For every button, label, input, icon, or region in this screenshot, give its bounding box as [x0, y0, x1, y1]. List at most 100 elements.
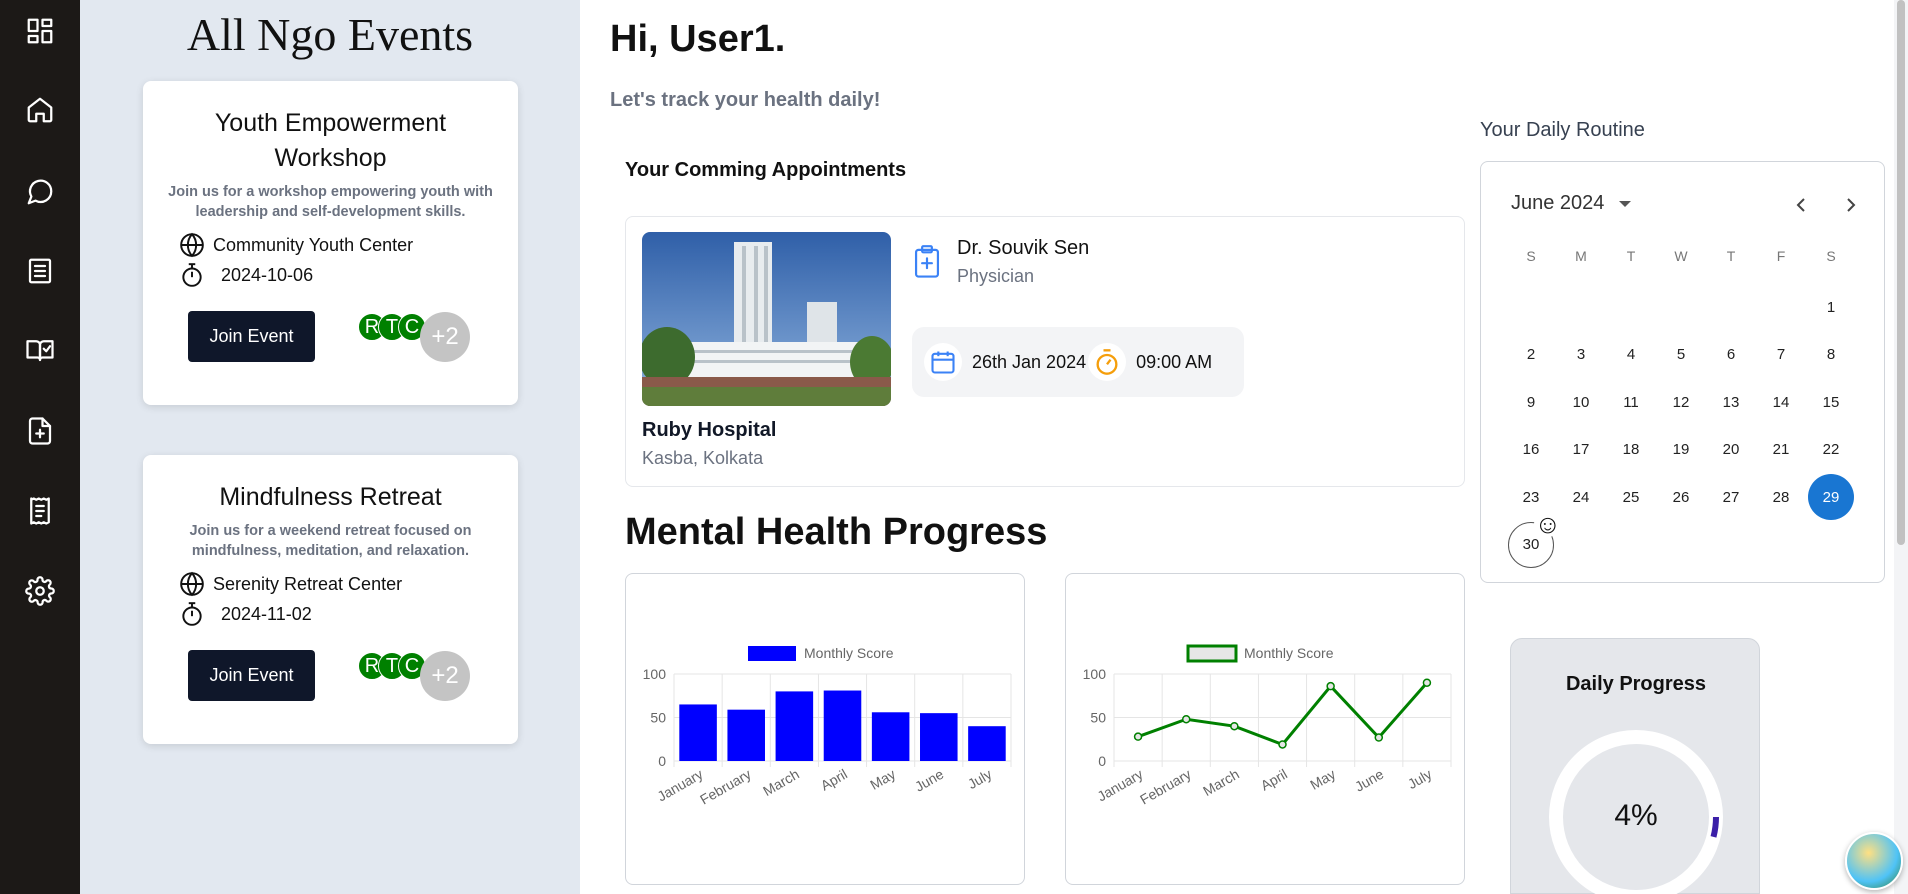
- line-chart: Monthly Score 0 50 100 JanuaryFebruary March A…: [1083, 644, 1452, 808]
- calendar-day[interactable]: 11: [1608, 379, 1654, 425]
- calendar-day[interactable]: 18: [1608, 427, 1654, 473]
- calendar-day[interactable]: 19: [1658, 427, 1704, 473]
- calendar-icon: [924, 343, 962, 381]
- chat-icon[interactable]: [22, 174, 58, 210]
- join-event-button[interactable]: Join Event: [188, 311, 315, 362]
- x-tick-label: April: [1258, 766, 1290, 794]
- calendar-day[interactable]: 16: [1508, 427, 1554, 473]
- legend-label: Monthly Score: [804, 645, 894, 661]
- calendar-day[interactable]: 25: [1608, 474, 1654, 520]
- calendar-day[interactable]: 24: [1558, 474, 1604, 520]
- event-card: Youth Empowerment Workshop Join us for a…: [143, 81, 518, 405]
- calendar-day[interactable]: 10: [1558, 379, 1604, 425]
- greeting: Hi, User1.: [610, 18, 786, 60]
- chart-legend: Monthly Score: [1186, 644, 1334, 663]
- calendar: June 2024 S M T W T F S 1 2 3 4 5 6 7 8 9 10 11 12 13 14 15 16…: [1480, 161, 1885, 583]
- calendar-day[interactable]: 15: [1808, 379, 1854, 425]
- globe-icon: [180, 232, 204, 258]
- calendar-day[interactable]: 13: [1708, 379, 1754, 425]
- calendar-day[interactable]: 7: [1758, 332, 1804, 378]
- x-tick-label: June: [912, 766, 946, 795]
- y-tick-label: 100: [643, 666, 667, 682]
- gear-icon[interactable]: [22, 573, 58, 609]
- receipt-icon[interactable]: [22, 493, 58, 529]
- stopwatch-icon: [182, 602, 202, 626]
- data-point: [1374, 733, 1384, 742]
- hospital-name: Ruby Hospital: [642, 419, 777, 441]
- x-tick-label: March: [760, 766, 802, 799]
- weekday-label: M: [1575, 248, 1587, 264]
- x-tick-label: March: [1200, 766, 1242, 799]
- book-check-icon[interactable]: [22, 332, 58, 368]
- calendar-day[interactable]: 8: [1808, 332, 1854, 378]
- bar: [871, 712, 910, 761]
- x-tick-label: February: [697, 766, 754, 808]
- chart-legend: Monthly Score: [748, 645, 894, 661]
- calendar-day[interactable]: 1: [1808, 284, 1854, 330]
- weekday-label: W: [1674, 248, 1688, 264]
- event-location-text: Community Youth Center: [213, 234, 414, 255]
- appointment-time: 09:00 AM: [1136, 351, 1213, 372]
- routine-label: Your Daily Routine: [1480, 119, 1645, 141]
- bar: [968, 726, 1006, 761]
- calendar-day[interactable]: 14: [1758, 379, 1804, 425]
- next-month-button[interactable]: [1836, 190, 1866, 220]
- bar-chart: Monthly Score 0 50 100 JanuaryFebruary March A…: [643, 645, 1012, 808]
- x-tick-label: January: [1094, 766, 1145, 805]
- calendar-day[interactable]: 30 ☺: [1508, 510, 1561, 568]
- scrollbar[interactable]: [1894, 0, 1908, 894]
- calendar-day[interactable]: 27: [1708, 474, 1754, 520]
- calendar-day[interactable]: 4: [1608, 332, 1654, 378]
- subtitle: Let's track your health daily!: [610, 89, 881, 111]
- assistant-button[interactable]: [1845, 832, 1903, 890]
- x-tick-label: July: [1405, 766, 1435, 792]
- bar: [823, 690, 862, 761]
- appointment-card[interactable]: Ruby Hospital Kasba, Kolkata Dr. Souvik …: [625, 216, 1465, 487]
- month-selector[interactable]: June 2024: [1511, 192, 1632, 215]
- calendar-day[interactable]: 6: [1708, 332, 1754, 378]
- calendar-day[interactable]: 26: [1658, 474, 1704, 520]
- event-description: Join us for a workshop empowering youth …: [168, 184, 493, 220]
- event-date-text: 2024-10-06: [221, 264, 314, 285]
- home-icon[interactable]: [22, 92, 58, 128]
- y-tick-label: 0: [1098, 753, 1106, 769]
- calendar-day[interactable]: 12: [1658, 379, 1704, 425]
- stopwatch-icon: [1088, 343, 1127, 381]
- more-attendees-badge: +2: [420, 312, 470, 362]
- calendar-day[interactable]: 22: [1808, 427, 1854, 473]
- event-location-text: Serenity Retreat Center: [213, 573, 403, 594]
- calendar-day[interactable]: 29: [1808, 474, 1854, 520]
- caret-down-icon: [1619, 200, 1632, 207]
- sidebar: [0, 0, 80, 894]
- list-icon[interactable]: [22, 253, 58, 289]
- calendar-day[interactable]: 21: [1758, 427, 1804, 473]
- calendar-day[interactable]: 5: [1658, 332, 1704, 378]
- smiley-icon: ☺: [1534, 508, 1561, 539]
- doctor-name: Dr. Souvik Sen: [957, 237, 1090, 259]
- calendar-day[interactable]: 17: [1558, 427, 1604, 473]
- calendar-day[interactable]: 3: [1558, 332, 1604, 378]
- appointment-datetime: 26th Jan 2024 09:00 AM: [912, 327, 1244, 397]
- scrollbar-thumb[interactable]: [1897, 0, 1905, 545]
- dashboard-icon[interactable]: [22, 13, 58, 49]
- legend-label: Monthly Score: [1244, 645, 1334, 661]
- x-tick-label: May: [867, 766, 898, 793]
- data-point: [1278, 740, 1287, 749]
- event-location: Serenity Retreat Center: [179, 569, 518, 599]
- file-plus-icon[interactable]: [22, 413, 58, 449]
- calendar-day[interactable]: 2: [1508, 332, 1554, 378]
- calendar-day[interactable]: 20: [1708, 427, 1754, 473]
- data-point: [1181, 714, 1191, 724]
- events-panel: All Ngo Events Youth Empowerment Worksho…: [80, 0, 580, 894]
- data-point: [1422, 678, 1432, 687]
- calendar-day[interactable]: 28: [1758, 474, 1804, 520]
- event-description: Join us for a weekend retreat focused on…: [189, 523, 472, 559]
- weekday-label: T: [1726, 248, 1736, 264]
- hospital-image: [642, 232, 891, 406]
- y-tick-label: 50: [650, 710, 666, 726]
- calendar-day[interactable]: 9: [1508, 379, 1554, 425]
- month-label: June 2024: [1511, 192, 1605, 214]
- appointments-label: Your Comming Appointments: [625, 159, 907, 181]
- prev-month-button[interactable]: [1786, 190, 1816, 220]
- join-event-button[interactable]: Join Event: [188, 650, 315, 701]
